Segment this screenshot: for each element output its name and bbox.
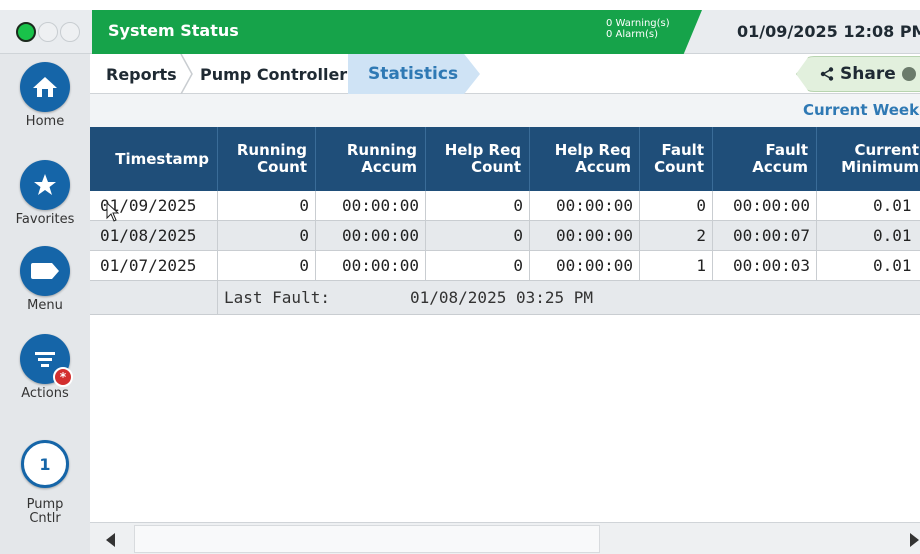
cell-running-count: 0 [218, 251, 316, 281]
cell-current-minimum: 0.01 [817, 221, 920, 251]
sidebar-item-home[interactable]: Home [0, 62, 90, 129]
table-row[interactable]: 01/07/2025 0 00:00:00 0 00:00:00 1 00:00… [90, 251, 920, 281]
last-fault-row: Last Fault: 01/08/2025 03:25 PM [90, 281, 920, 315]
status-light-green-icon [16, 22, 36, 42]
scroll-right-icon[interactable] [910, 533, 919, 547]
current-datetime: 01/09/2025 12:08 PM [737, 22, 920, 41]
chevron-down-icon [901, 67, 916, 81]
column-header-fault-count[interactable]: Fault Count [640, 127, 713, 191]
status-light-red-icon [60, 22, 80, 42]
sidebar-label-favorites: Favorites [15, 212, 75, 227]
cell-help-req-accum: 00:00:00 [530, 221, 640, 251]
cell-help-req-count: 0 [426, 221, 530, 251]
sidebar-item-pump-cntlr[interactable]: 1 Pump Cntlr [0, 440, 90, 526]
share-icon [820, 67, 834, 81]
breadcrumb-statistics[interactable]: Statistics [368, 54, 458, 94]
cell-running-accum: 00:00:00 [316, 191, 426, 221]
table-header: Timestamp Running Count Running Accum He… [90, 127, 920, 191]
cell-current-minimum: 0.01 [817, 251, 920, 281]
scroll-left-icon[interactable] [106, 533, 115, 547]
pump-number: 1 [39, 454, 51, 474]
status-light-yellow-icon [38, 22, 58, 42]
pump-number-icon[interactable]: 1 [21, 440, 69, 488]
share-label: Share [840, 64, 896, 84]
top-bar: System Status 0 Warning(s) 0 Alarm(s) 01… [0, 10, 920, 54]
warning-count: 0 Warning(s) [606, 18, 670, 29]
period-selector[interactable]: Current Week [803, 101, 919, 119]
share-button[interactable]: Share [820, 54, 916, 94]
cell-fault-accum: 00:00:07 [713, 221, 817, 251]
sidebar-label-menu: Menu [27, 298, 63, 313]
system-status-title: System Status [108, 21, 239, 40]
cell-help-req-count: 0 [426, 191, 530, 221]
cell-fault-count: 1 [640, 251, 713, 281]
column-header-running-count[interactable]: Running Count [218, 127, 316, 191]
status-lights [16, 22, 80, 42]
sidebar-label-home: Home [25, 114, 65, 129]
column-header-running-accum[interactable]: Running Accum [316, 127, 426, 191]
column-header-timestamp[interactable]: Timestamp [90, 127, 218, 191]
sidebar-item-favorites[interactable]: Favorites [0, 160, 90, 227]
period-row: Current Week [90, 94, 920, 127]
breadcrumb-reports[interactable]: Reports [106, 54, 177, 94]
horizontal-scrollbar[interactable] [90, 522, 920, 554]
actions-icon[interactable]: * [20, 334, 73, 387]
breadcrumb: Reports Pump Controller Statistics Share [90, 54, 920, 94]
column-header-current-minimum[interactable]: Current Minimum [817, 127, 920, 191]
column-header-help-req-count[interactable]: Help Req Count [426, 127, 530, 191]
cell-running-count: 0 [218, 191, 316, 221]
last-fault-value: 01/08/2025 03:25 PM [410, 288, 594, 307]
alarm-count: 0 Alarm(s) [606, 29, 658, 40]
actions-badge-icon: * [53, 367, 73, 387]
home-icon[interactable] [20, 62, 70, 112]
cell-timestamp: 01/08/2025 [90, 221, 218, 251]
cell-timestamp: 01/07/2025 [90, 251, 218, 281]
cell-running-accum: 00:00:00 [316, 221, 426, 251]
column-header-help-req-accum[interactable]: Help Req Accum [530, 127, 640, 191]
cell-help-req-count: 0 [426, 251, 530, 281]
cell-help-req-accum: 00:00:00 [530, 251, 640, 281]
sidebar-item-actions[interactable]: * Actions [0, 334, 90, 401]
last-fault-spacer [90, 281, 218, 315]
sidebar-label-actions: Actions [21, 386, 69, 401]
star-icon[interactable] [20, 160, 70, 210]
cell-current-minimum: 0.01 [817, 191, 920, 221]
sidebar-label-pump-cntlr: Pump Cntlr [26, 497, 64, 526]
table-row[interactable]: 01/08/2025 0 00:00:00 0 00:00:00 2 00:00… [90, 221, 920, 251]
cell-fault-accum: 00:00:00 [713, 191, 817, 221]
alarm-counts: 0 Warning(s) 0 Alarm(s) [606, 18, 670, 40]
last-fault-label: Last Fault: [224, 288, 330, 307]
column-header-fault-accum[interactable]: Fault Accum [713, 127, 817, 191]
scrollbar-thumb[interactable] [134, 525, 600, 553]
menu-icon[interactable] [20, 246, 70, 296]
table-row[interactable]: 01/09/2025 0 00:00:00 0 00:00:00 0 00:00… [90, 191, 920, 221]
cell-help-req-accum: 00:00:00 [530, 191, 640, 221]
sidebar: Home Favorites Menu * Actions 1 Pump Cnt… [0, 54, 90, 554]
breadcrumb-pump-controller[interactable]: Pump Controller [200, 54, 347, 94]
statistics-table: Timestamp Running Count Running Accum He… [90, 127, 920, 522]
system-status-bar[interactable]: System Status 0 Warning(s) 0 Alarm(s) [92, 10, 702, 54]
mouse-cursor-icon [106, 202, 120, 222]
cell-running-accum: 00:00:00 [316, 251, 426, 281]
cell-running-count: 0 [218, 221, 316, 251]
breadcrumb-separator-icon [180, 54, 193, 94]
cell-fault-count: 0 [640, 191, 713, 221]
cell-fault-count: 2 [640, 221, 713, 251]
cell-fault-accum: 00:00:03 [713, 251, 817, 281]
sidebar-item-menu[interactable]: Menu [0, 246, 90, 313]
